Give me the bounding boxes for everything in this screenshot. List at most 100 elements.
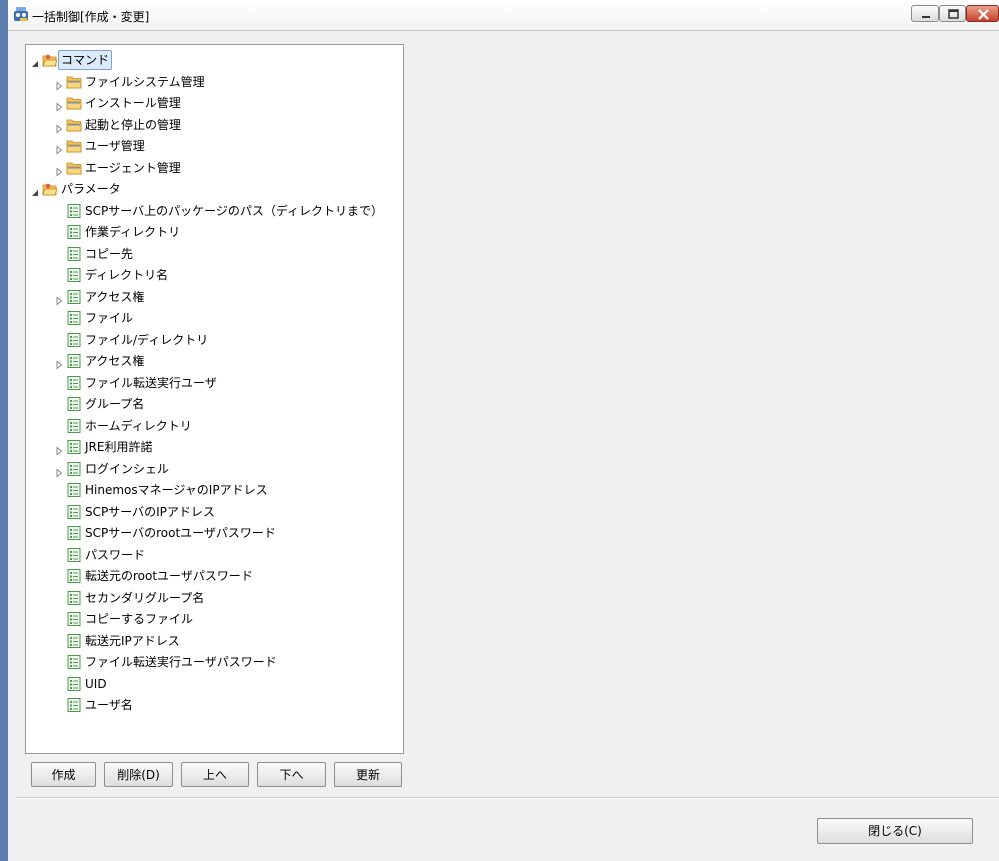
tree-item[interactable]: コマンド — [26, 50, 403, 70]
maximize-icon — [948, 9, 959, 19]
refresh-button[interactable]: 更新 — [334, 762, 402, 787]
tree-item[interactable]: ユーザ管理 — [26, 136, 403, 156]
tree-item-label: SCPサーバのrootユーザパスワード — [85, 526, 276, 540]
tree-item-label: ディレクトリ名 — [85, 268, 169, 282]
parameter-icon — [66, 332, 82, 348]
tree-item[interactable]: HinemosマネージャのIPアドレス — [26, 480, 403, 500]
parameter-icon — [66, 224, 82, 240]
parameter-icon — [66, 590, 82, 606]
dialog-window: 一括制御[作成・変更] コマンドファイルシステム管理インストール管理 起動と停止の… — [0, 0, 999, 861]
tree-item-label: グループ名 — [85, 397, 145, 411]
parameter-icon — [66, 482, 82, 498]
folder-open-icon — [42, 181, 58, 197]
tree-item-label: 転送元のrootユーザパスワード — [85, 569, 253, 583]
close-icon — [978, 9, 989, 20]
folder-open-icon — [42, 52, 58, 68]
tree-item-label: ファイル転送実行ユーザ — [85, 375, 217, 390]
collapsed-arrow-icon[interactable] — [54, 292, 64, 306]
delete-button[interactable]: 削除(D) — [104, 762, 173, 787]
tree-item[interactable]: ディレクトリ名 — [26, 265, 403, 285]
tree-item[interactable]: 転送元のrootユーザパスワード — [26, 566, 403, 586]
tree-item-label: ユーザ管理 — [85, 139, 145, 153]
move-up-button[interactable]: 上へ — [181, 762, 249, 787]
tree-item[interactable]: ファイル — [26, 308, 403, 328]
tree-item[interactable]: グループ名 — [26, 394, 403, 414]
folder-icon — [66, 117, 82, 133]
collapsed-arrow-icon[interactable] — [54, 98, 64, 112]
tree-item[interactable]: パラメータ — [26, 179, 403, 199]
maximize-button[interactable] — [939, 5, 966, 22]
collapsed-arrow-icon[interactable] — [54, 356, 64, 370]
parameter-icon — [66, 504, 82, 520]
tree-item-label: アクセス権 — [85, 289, 145, 304]
tree-item[interactable]: アクセス権 — [26, 351, 403, 371]
collapsed-arrow-icon[interactable] — [54, 120, 64, 134]
minimize-button[interactable] — [911, 5, 939, 22]
title-bar[interactable]: 一括制御[作成・変更] — [8, 0, 999, 31]
tree-item[interactable]: コピーするファイル — [26, 609, 403, 629]
tree-item[interactable]: セカンダリグループ名 — [26, 588, 403, 608]
parameter-icon — [66, 289, 82, 305]
tree-item-label: JRE利用許諾 — [85, 440, 153, 454]
collapsed-arrow-icon[interactable] — [54, 464, 64, 478]
tree-item-label: 作業ディレクトリ — [85, 225, 181, 239]
tree-item-label: ログインシェル — [85, 461, 170, 476]
parameter-icon — [66, 310, 82, 326]
tree-item[interactable]: ファイル転送実行ユーザ — [26, 373, 403, 393]
tree-item-label: コピーするファイル — [85, 612, 194, 626]
tree-item[interactable]: インストール管理 — [26, 93, 403, 113]
tree-item-label: SCPサーバのIPアドレス — [85, 504, 215, 519]
collapsed-arrow-icon[interactable] — [54, 442, 64, 456]
tree-item[interactable]: アクセス権 — [26, 287, 403, 307]
tree-item-label: アクセス権 — [85, 354, 145, 368]
collapsed-arrow-icon[interactable] — [54, 77, 64, 91]
expanded-arrow-icon[interactable] — [30, 55, 40, 67]
parameter-icon — [66, 353, 82, 369]
parameter-icon — [66, 461, 82, 477]
parameter-icon — [66, 439, 82, 455]
tree-item[interactable]: ログインシェル — [26, 459, 403, 479]
tree-item[interactable]: ファイル/ディレクトリ — [26, 330, 403, 350]
parameter-icon — [66, 203, 82, 219]
tree-item[interactable]: ファイルシステム管理 — [26, 72, 403, 92]
tree-item[interactable]: 起動と停止の管理 — [26, 115, 403, 135]
tree-item[interactable]: ホームディレクトリ — [26, 416, 403, 436]
parameter-icon — [66, 375, 82, 391]
parameter-icon — [66, 418, 82, 434]
tree-item[interactable]: SCPサーバのIPアドレス — [26, 502, 403, 522]
tree-item-label: パラメータ — [61, 182, 121, 196]
tree-item-label: エージェント管理 — [85, 160, 181, 175]
divider-highlight — [17, 798, 999, 799]
tree-item[interactable]: パスワード — [26, 545, 403, 565]
tree-item[interactable]: 作業ディレクトリ — [26, 222, 403, 242]
parameter-icon — [66, 568, 82, 584]
tree-item[interactable]: コピー先 — [26, 244, 403, 264]
command-tree[interactable]: コマンドファイルシステム管理インストール管理 起動と停止の管理ユーザ管理エージェン… — [25, 44, 404, 754]
collapsed-arrow-icon[interactable] — [54, 141, 64, 155]
tree-item[interactable]: ファイル転送実行ユーザパスワード — [26, 652, 403, 672]
tree-item-label: HinemosマネージャのIPアドレス — [85, 483, 268, 497]
tree-item[interactable]: エージェント管理 — [26, 158, 403, 178]
close-button[interactable]: 閉じる(C) — [817, 818, 973, 844]
tree-item-label: セカンダリグループ名 — [85, 590, 205, 605]
create-button[interactable]: 作成 — [31, 762, 96, 787]
tree-item-label: ホームディレクトリ — [85, 418, 192, 433]
tree-item[interactable]: ユーザ名 — [26, 695, 403, 715]
tree-item-label: UID — [85, 676, 107, 691]
tree-item[interactable]: SCPサーバのrootユーザパスワード — [26, 523, 403, 543]
close-window-button[interactable] — [966, 5, 999, 22]
collapsed-arrow-icon[interactable] — [54, 163, 64, 177]
folder-icon — [66, 95, 82, 111]
tree-item-label: ユーザ名 — [85, 698, 133, 712]
expanded-arrow-icon[interactable] — [30, 184, 40, 196]
tree-item-label: コマンド — [58, 50, 113, 70]
parameter-icon — [66, 396, 82, 412]
tree-item-label: SCPサーバ上のパッケージのパス（ディレクトリまで） — [85, 203, 384, 218]
move-down-button[interactable]: 下へ — [257, 762, 326, 787]
tree-item-label: ファイルシステム管理 — [85, 74, 205, 89]
tree-item[interactable]: 転送元IPアドレス — [26, 631, 403, 651]
tree-item[interactable]: SCPサーバ上のパッケージのパス（ディレクトリまで） — [26, 201, 403, 221]
parameter-icon — [66, 676, 82, 692]
tree-item[interactable]: UID — [26, 674, 403, 694]
tree-item[interactable]: JRE利用許諾 — [26, 437, 403, 457]
